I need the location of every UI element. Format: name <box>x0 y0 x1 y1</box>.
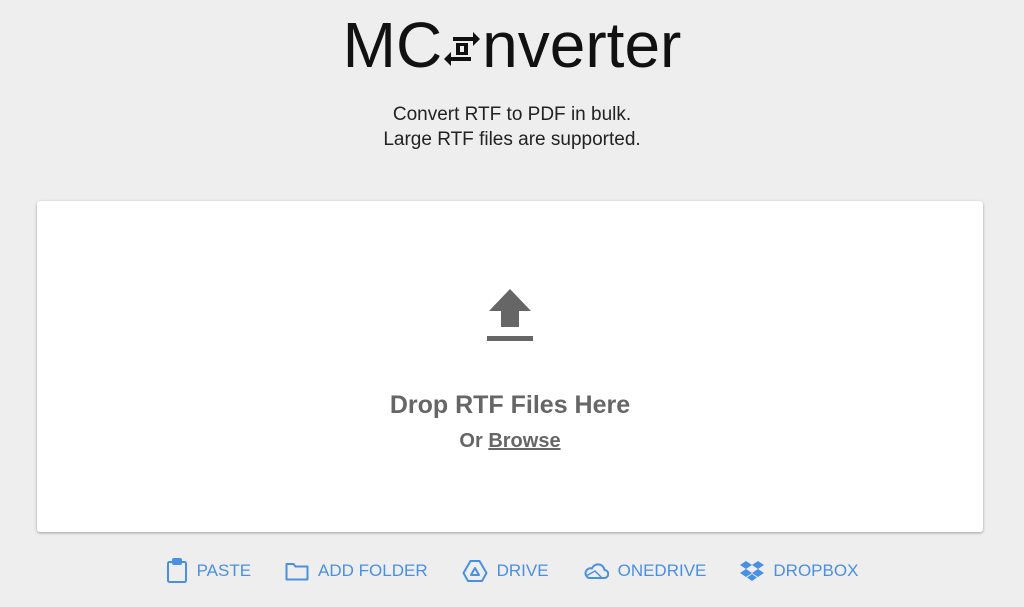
logo-text-start: MC <box>342 9 443 81</box>
folder-icon <box>285 563 309 581</box>
convert-arrows-icon <box>444 32 481 66</box>
upload-icon <box>487 289 533 341</box>
app-logo: MC nverter <box>0 6 1024 84</box>
drive-button[interactable]: DRIVE <box>462 559 549 583</box>
tagline: Convert RTF to PDF in bulk. Large RTF fi… <box>0 102 1024 152</box>
dropbox-button[interactable]: DROPBOX <box>740 560 858 582</box>
logo-text-end: nverter <box>482 9 682 81</box>
tagline-line-1: Convert RTF to PDF in bulk. <box>392 104 632 125</box>
drop-subtitle: Or Browse <box>37 430 983 453</box>
or-label: Or <box>459 430 483 452</box>
dropbox-icon <box>740 561 765 581</box>
clipboard-icon <box>166 558 187 583</box>
drive-icon <box>462 560 488 582</box>
dropbox-label: DROPBOX <box>773 561 859 580</box>
browse-link[interactable]: Browse <box>488 430 560 452</box>
cloud-icon <box>584 563 609 579</box>
onedrive-label: ONEDRIVE <box>617 561 707 580</box>
file-dropzone[interactable]: Drop RTF Files Here Or Browse <box>37 201 983 532</box>
paste-button[interactable]: PASTE <box>166 558 251 584</box>
add-folder-button[interactable]: ADD FOLDER <box>285 561 428 581</box>
drive-label: DRIVE <box>496 561 549 580</box>
source-buttons: PASTE ADD FOLDER DRIVE ONEDRIVE DROPBOX <box>0 556 1024 586</box>
drop-title: Drop RTF Files Here <box>389 391 631 419</box>
tagline-line-2: Large RTF files are supported. <box>383 129 641 150</box>
paste-label: PASTE <box>196 561 252 580</box>
add-folder-label: ADD FOLDER <box>318 561 428 580</box>
onedrive-button[interactable]: ONEDRIVE <box>583 561 707 581</box>
